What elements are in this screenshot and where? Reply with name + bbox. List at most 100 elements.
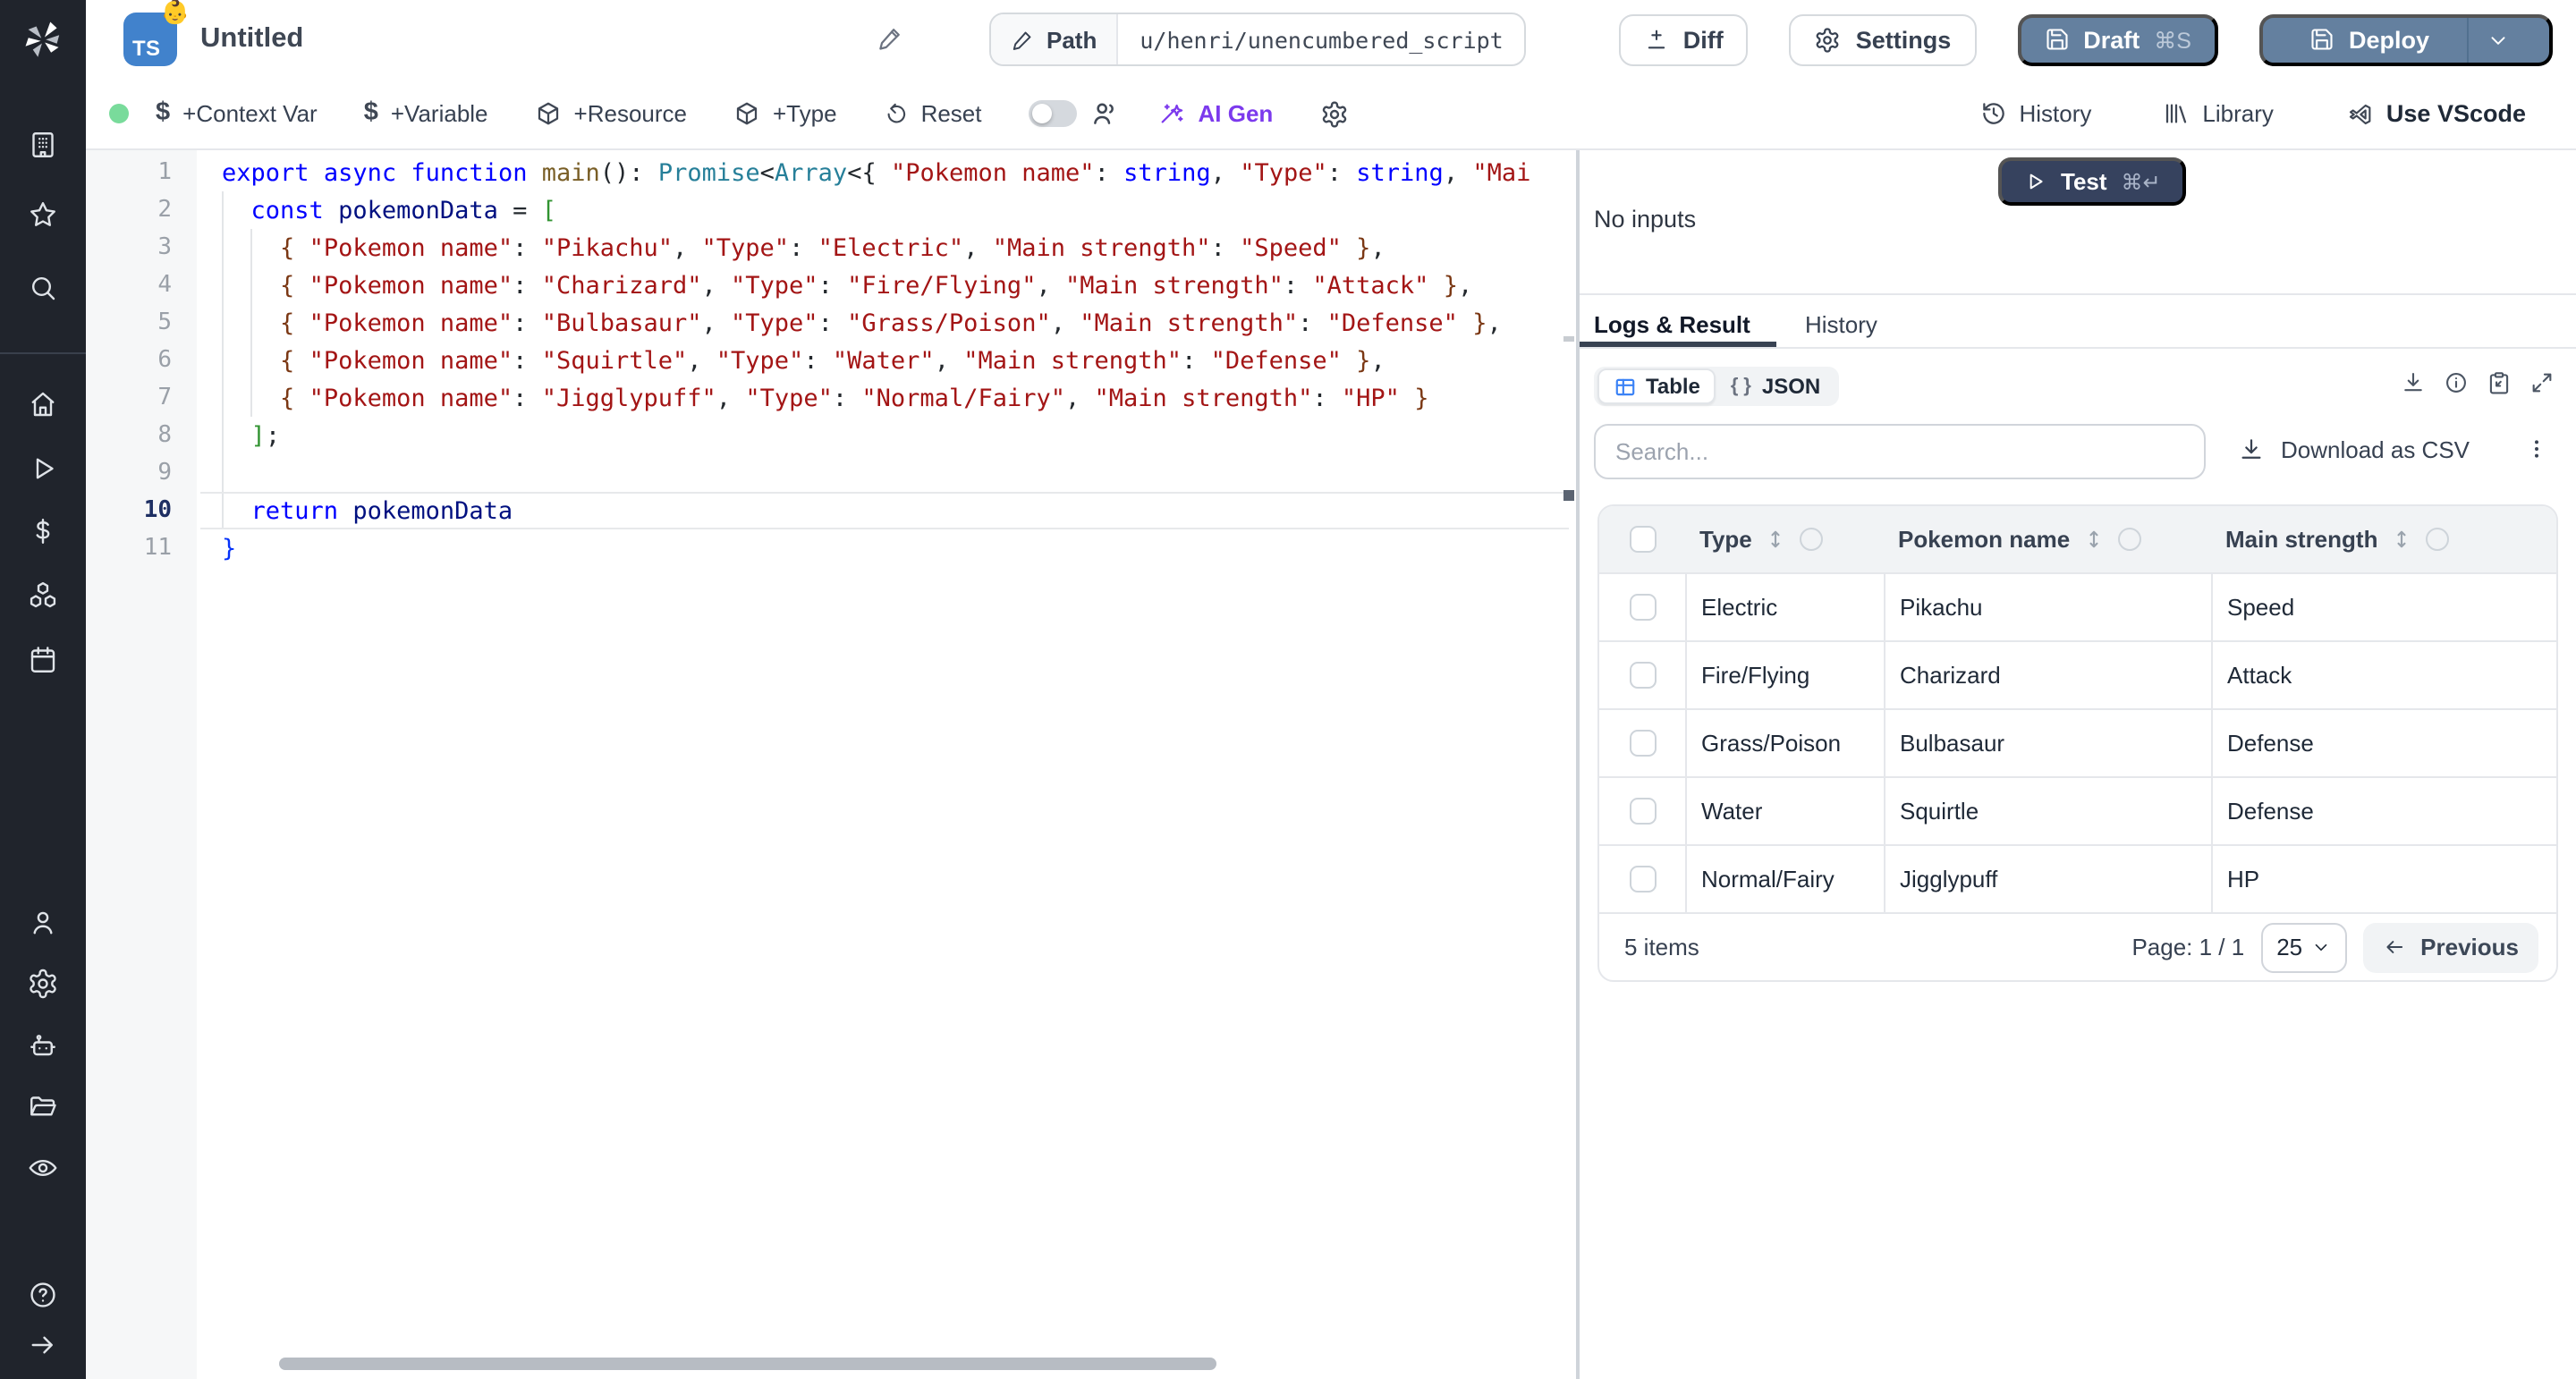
download-csv-button[interactable]: Download as CSV xyxy=(2238,436,2470,463)
sidebar-item-cubes[interactable] xyxy=(27,580,59,612)
page-indicator: Page: 1 / 1 xyxy=(2131,934,2244,960)
code-line-7[interactable]: 7 { "Pokemon name": "Jigglypuff", "Type"… xyxy=(86,379,1576,417)
column-header-pokemon-name[interactable]: Pokemon name xyxy=(1884,526,2211,553)
typescript-badge-label: TS xyxy=(132,36,160,61)
sidebar-item-gear[interactable] xyxy=(27,968,59,1000)
split-pane-divider[interactable] xyxy=(1576,150,1579,1379)
column-toggle-circle[interactable] xyxy=(1801,528,1824,551)
sidebar-item-play[interactable] xyxy=(27,453,59,485)
run-result-panel: Test ⌘↵ No inputs Logs & Result History … xyxy=(1580,150,2576,1379)
deploy-dropdown-chevron[interactable] xyxy=(2467,17,2526,62)
baby-emoji-badge: 👶 xyxy=(161,0,190,27)
diff-label: Diff xyxy=(1683,26,1724,53)
code-editor[interactable]: 1export async function main(): Promise<A… xyxy=(86,150,1576,1379)
settings-button[interactable]: Settings xyxy=(1790,13,1977,65)
sidebar-item-dollar[interactable] xyxy=(27,515,59,547)
line-number: 5 xyxy=(86,309,172,336)
library-button[interactable]: Library xyxy=(2163,100,2274,127)
download-icon[interactable] xyxy=(2401,370,2426,395)
sidebar-item-search[interactable] xyxy=(27,272,59,304)
test-run-button[interactable]: Test ⌘↵ xyxy=(1998,157,2186,206)
toggle-knob xyxy=(1032,104,1052,123)
multiplayer-users-icon-button[interactable] xyxy=(1089,98,1120,129)
code-line-11[interactable]: 11} xyxy=(86,529,1576,567)
windmill-logo[interactable] xyxy=(20,16,66,63)
add-variable-button[interactable]: $ +Variable xyxy=(364,100,488,127)
cell: Defense xyxy=(2211,778,2556,844)
table-row[interactable]: Normal/FairyJigglypuffHP xyxy=(1599,844,2556,912)
deploy-button[interactable]: Deploy xyxy=(2259,13,2553,65)
line-number: 8 xyxy=(86,422,172,449)
sort-icon[interactable] xyxy=(2390,528,2413,551)
table-icon xyxy=(1614,375,1637,398)
tab-history[interactable]: History xyxy=(1805,311,1877,338)
sidebar-item-folder-open[interactable] xyxy=(27,1091,59,1123)
table-options-kebab-menu[interactable] xyxy=(2524,436,2549,461)
line-number: 4 xyxy=(86,272,172,299)
collab-mode-toggle[interactable] xyxy=(1029,100,1077,127)
table-row[interactable]: ElectricPikachuSpeed xyxy=(1599,572,2556,640)
column-toggle-circle[interactable] xyxy=(2118,528,2141,551)
tab-logs-and-result[interactable]: Logs & Result xyxy=(1594,311,1750,338)
row-checkbox[interactable] xyxy=(1629,798,1656,825)
table-row[interactable]: Grass/PoisonBulbasaurDefense xyxy=(1599,708,2556,776)
column-toggle-circle[interactable] xyxy=(2426,528,2449,551)
save-draft-button[interactable]: Draft ⌘S xyxy=(2017,13,2218,65)
play-icon xyxy=(27,453,59,485)
column-header-main-strength[interactable]: Main strength xyxy=(2211,526,2556,553)
code-line-1[interactable]: 1export async function main(): Promise<A… xyxy=(86,154,1576,191)
code-line-2[interactable]: 2 const pokemonData = [ xyxy=(86,191,1576,229)
result-search-input[interactable] xyxy=(1594,424,2206,479)
code-line-5[interactable]: 5 { "Pokemon name": "Bulbasaur", "Type":… xyxy=(86,304,1576,342)
table-row[interactable]: Fire/FlyingCharizardAttack xyxy=(1599,640,2556,708)
sidebar-item-arrow-right[interactable] xyxy=(27,1329,59,1361)
view-mode-json[interactable]: { } JSON xyxy=(1716,370,1835,402)
editor-settings-gear-button[interactable] xyxy=(1319,99,1348,128)
line-number: 3 xyxy=(86,234,172,261)
row-checkbox[interactable] xyxy=(1629,866,1656,893)
sidebar-item-home[interactable] xyxy=(27,388,59,420)
code-line-6[interactable]: 6 { "Pokemon name": "Squirtle", "Type": … xyxy=(86,342,1576,379)
sidebar-item-eye[interactable] xyxy=(27,1152,59,1184)
expand-icon[interactable] xyxy=(2529,370,2555,395)
code-line-9[interactable]: 9 xyxy=(86,454,1576,492)
code-line-3[interactable]: 3 { "Pokemon name": "Pikachu", "Type": "… xyxy=(86,229,1576,266)
page-size-select[interactable]: 25 xyxy=(2260,922,2347,972)
code-line-4[interactable]: 4 { "Pokemon name": "Charizard", "Type":… xyxy=(86,266,1576,304)
result-table: TypePokemon nameMain strength ElectricPi… xyxy=(1597,504,2558,982)
previous-page-button[interactable]: Previous xyxy=(2363,922,2538,972)
row-checkbox[interactable] xyxy=(1629,662,1656,689)
reset-button[interactable]: Reset xyxy=(884,100,982,127)
info-icon[interactable] xyxy=(2444,370,2469,395)
history-button[interactable]: History xyxy=(1980,100,2092,127)
script-path-field[interactable]: Path u/henri/unencumbered_script xyxy=(989,13,1527,66)
sidebar-item-user[interactable] xyxy=(27,907,59,939)
row-checkbox[interactable] xyxy=(1629,730,1656,757)
copy-to-clipboard-icon[interactable] xyxy=(2487,370,2512,395)
add-type-button[interactable]: +Type xyxy=(733,100,837,127)
add-context-var-button[interactable]: $ +Context Var xyxy=(156,100,318,127)
sort-icon[interactable] xyxy=(2082,528,2106,551)
table-row[interactable]: WaterSquirtleDefense xyxy=(1599,776,2556,844)
select-all-checkbox[interactable] xyxy=(1629,526,1656,553)
row-checkbox[interactable] xyxy=(1629,594,1656,621)
cell: Attack xyxy=(2211,642,2556,708)
sidebar-item-building[interactable] xyxy=(27,129,59,161)
view-mode-table[interactable]: Table xyxy=(1597,368,1716,404)
diff-button[interactable]: Diff xyxy=(1619,13,1749,65)
save-icon xyxy=(2309,27,2334,52)
code-line-8[interactable]: 8 ]; xyxy=(86,417,1576,454)
sidebar-item-robot[interactable] xyxy=(27,1030,59,1062)
sort-icon[interactable] xyxy=(1765,528,1788,551)
typescript-language-badge: TS 👶 xyxy=(123,13,177,66)
use-vscode-button[interactable]: Use VScode xyxy=(2345,99,2526,128)
sidebar-item-star[interactable] xyxy=(27,199,59,231)
editor-horizontal-scrollbar[interactable] xyxy=(279,1358,1216,1370)
sidebar-item-help[interactable] xyxy=(27,1279,59,1311)
ai-gen-button[interactable]: AI Gen xyxy=(1159,100,1274,127)
add-resource-button[interactable]: +Resource xyxy=(535,100,687,127)
edit-summary-pencil-icon[interactable] xyxy=(877,25,903,52)
sidebar-item-calendar[interactable] xyxy=(27,644,59,676)
gear-icon xyxy=(1319,99,1348,128)
column-header-type[interactable]: Type xyxy=(1685,526,1884,553)
